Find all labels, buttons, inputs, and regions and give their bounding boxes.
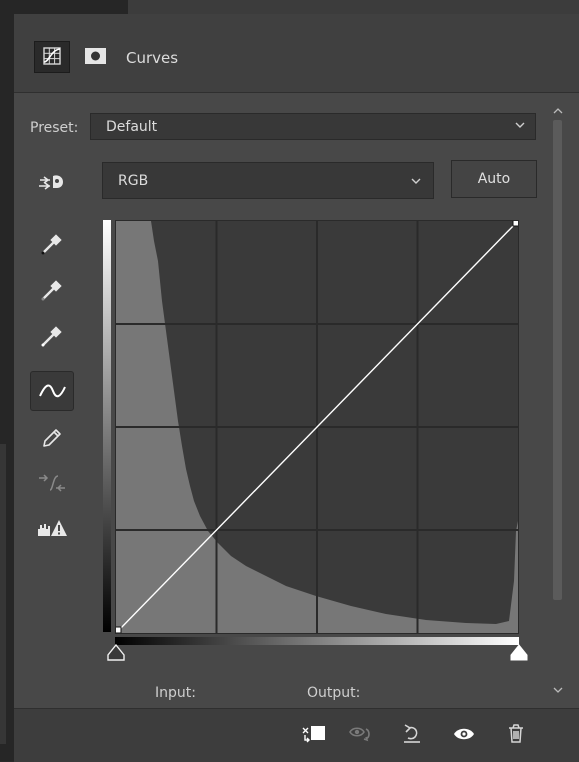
reset-icon [404,724,420,743]
layer-mask-icon[interactable] [80,41,112,73]
visibility-eye-icon [454,728,474,740]
channel-value: RGB [118,173,149,189]
input-gradient-bar [115,637,519,645]
white-point-eyedropper[interactable] [30,315,74,355]
on-image-adjust-tool[interactable] [30,163,74,203]
workspace-strip [0,444,6,744]
toggle-visibility-button[interactable] [450,721,478,747]
panel-header: Curves [14,14,579,92]
curves-adjustment-icon[interactable] [34,41,70,73]
pencil-tool[interactable] [30,417,74,457]
workspace-top [0,0,579,14]
properties-panel: Curves Preset: Default RGB Auto Input: O… [14,14,579,762]
preset-value: Default [106,119,158,135]
scroll-up-icon[interactable] [553,106,563,116]
white-point-eyedropper-icon [41,326,62,347]
curves-properties: Preset: Default RGB Auto Input: Output: [14,92,579,709]
scroll-down-icon[interactable] [553,685,563,695]
on-image-adjust-icon [39,175,63,190]
scrollbar-thumb[interactable] [553,120,562,600]
delete-button[interactable] [502,721,530,747]
curve-point-tool[interactable] [30,371,74,411]
black-input-slider[interactable] [106,644,126,662]
curve-point-white[interactable] [512,219,520,227]
view-previous-state-icon [349,727,370,742]
chevron-down-icon [515,122,525,128]
preset-label: Preset: [30,120,79,136]
output-gradient-bar [103,220,111,632]
clip-to-layer-button[interactable] [300,721,328,747]
gray-point-eyedropper[interactable] [30,269,74,309]
curve-point-black[interactable] [114,626,122,634]
workspace-left [0,14,14,761]
curves-graph[interactable] [114,219,520,634]
output-label: Output: [307,685,361,701]
reset-button[interactable] [398,721,426,747]
preset-dropdown[interactable]: Default [90,113,536,140]
clip-to-layer-icon [302,726,325,743]
black-point-eyedropper[interactable] [30,223,74,263]
smooth-curve-icon [39,474,65,492]
trash-icon [509,724,523,743]
clipping-warning-tool[interactable] [30,509,74,549]
smooth-curve-tool [30,463,74,503]
panel-title: Curves [126,49,179,67]
black-point-eyedropper-icon [41,234,62,255]
tab-edge [128,0,579,14]
curve-point-icon [39,384,66,398]
auto-button[interactable]: Auto [451,160,537,198]
input-label: Input: [155,685,196,701]
vertical-scrollbar[interactable] [552,120,563,710]
gray-point-eyedropper-icon [41,280,62,301]
panel-footer [14,708,579,762]
clipping-warning-icon [38,520,67,536]
view-previous-state-button [346,721,374,747]
pencil-icon [43,429,61,447]
white-input-slider[interactable] [509,644,529,662]
channel-dropdown[interactable]: RGB [102,162,434,199]
chevron-down-icon [411,178,421,184]
